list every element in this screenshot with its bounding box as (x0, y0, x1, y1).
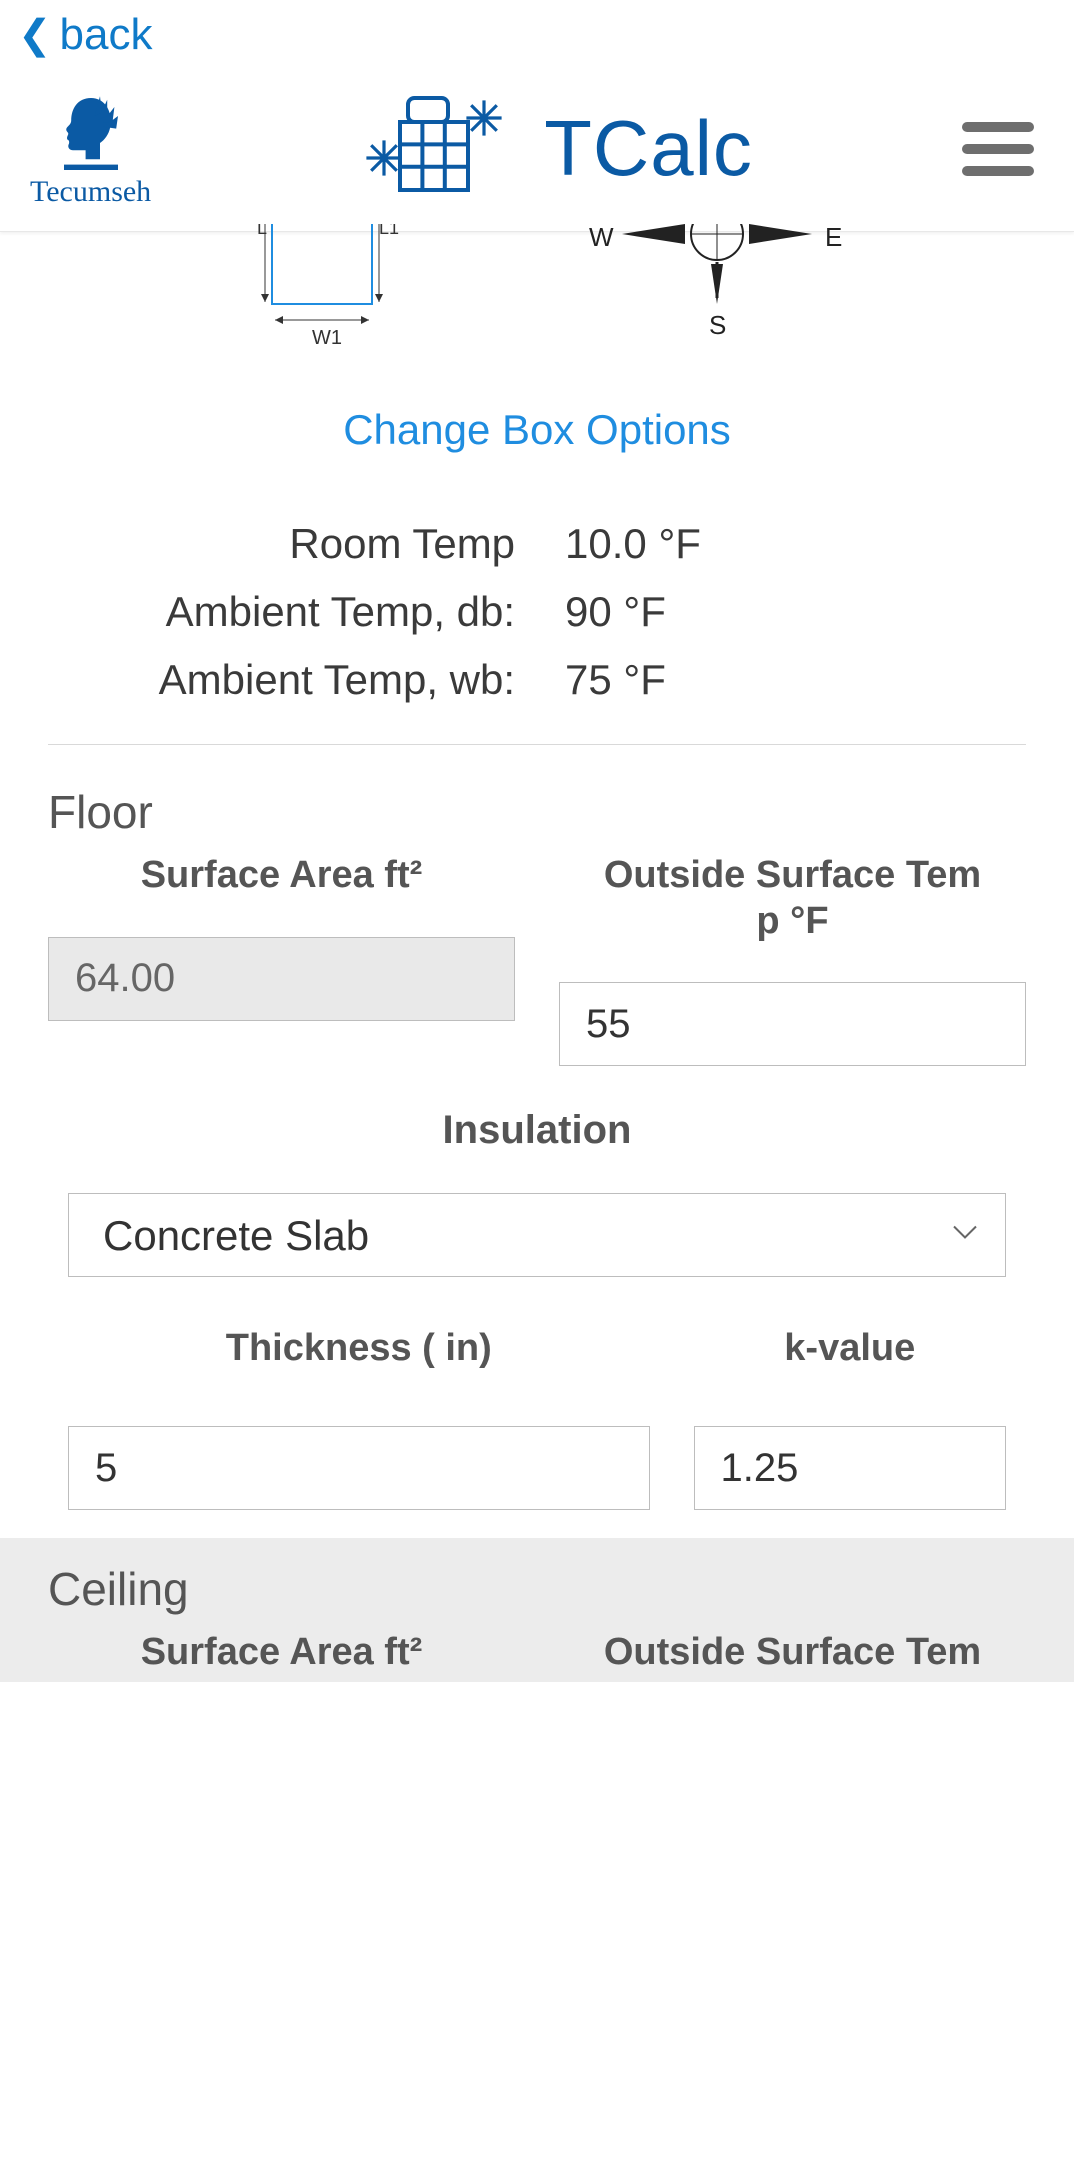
tecumseh-head-icon (46, 89, 136, 179)
box-diagram: L L1 W1 (227, 224, 427, 364)
floor-outtemp-label: Outside Surface Tem p °F (604, 853, 981, 944)
ceiling-outtemp-label: Outside Surface Tem (604, 1630, 981, 1676)
compass-diagram: W E S (587, 224, 847, 364)
brand-subtext: Tecumseh (30, 175, 151, 209)
hamburger-icon (962, 122, 1034, 132)
floor-kvalue-input[interactable] (694, 1426, 1006, 1510)
floor-insulation-select[interactable]: Concrete Slab (68, 1193, 1006, 1277)
floor-thickness-label: Thickness ( in) (226, 1327, 492, 1370)
room-temp-value: 10.0 °F (555, 520, 988, 568)
room-temp-label: Room Temp (86, 520, 555, 568)
app-logo: TCalc (360, 86, 753, 211)
floor-surface-input (48, 937, 515, 1021)
diagram-row: L L1 W1 (24, 224, 1050, 374)
back-button[interactable]: ❮ back (18, 10, 152, 60)
ceiling-surface-label: Surface Area ft² (141, 1630, 423, 1676)
chevron-left-icon: ❮ (18, 15, 52, 55)
diagram-L1-label: L1 (379, 224, 399, 238)
floor-kvalue-label: k-value (784, 1327, 915, 1370)
ambient-db-value: 90 °F (555, 588, 988, 636)
floor-title: Floor (48, 785, 1026, 839)
ceiling-section: Ceiling Surface Area ft² Outside Surface… (0, 1538, 1074, 1682)
menu-button[interactable] (962, 122, 1034, 176)
compass-W-label: W (589, 224, 614, 252)
floor-section: Floor Surface Area ft² Outside Surface T… (24, 745, 1050, 1510)
ceiling-title: Ceiling (48, 1562, 1026, 1616)
ambient-wb-value: 75 °F (555, 656, 988, 704)
back-label: back (60, 10, 153, 60)
tcalc-icon (360, 86, 520, 211)
floor-surface-label: Surface Area ft² (141, 853, 423, 899)
ambient-wb-label: Ambient Temp, wb: (86, 656, 555, 704)
diagram-L-label: L (257, 224, 267, 238)
ambient-db-label: Ambient Temp, db: (86, 588, 555, 636)
diagram-W1-label: W1 (312, 327, 342, 349)
change-box-options-link[interactable]: Change Box Options (24, 374, 1050, 500)
temp-summary: Room Temp 10.0 °F Ambient Temp, db: 90 °… (86, 510, 989, 714)
floor-thickness-input[interactable] (68, 1426, 650, 1510)
brand-logo: Tecumseh (30, 89, 151, 209)
app-header: Tecumseh TCalc (0, 66, 1074, 232)
compass-S-label: S (709, 310, 726, 340)
app-title: TCalc (544, 103, 753, 194)
floor-outtemp-input[interactable] (559, 982, 1026, 1066)
floor-insulation-label: Insulation (48, 1108, 1026, 1153)
compass-E-label: E (825, 224, 842, 252)
